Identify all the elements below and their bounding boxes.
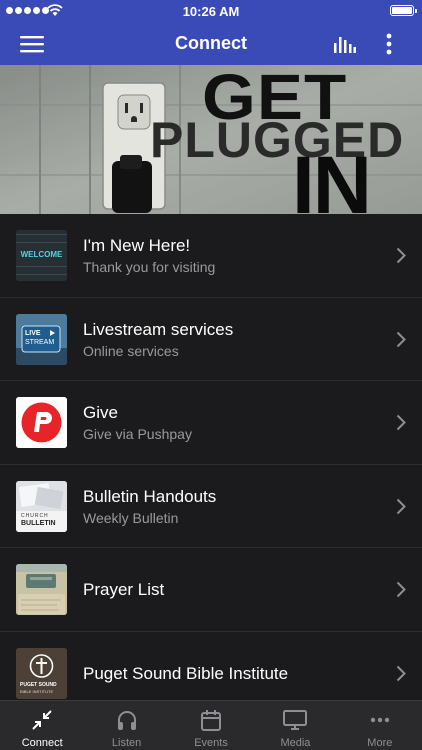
tab-more[interactable]: More bbox=[338, 701, 422, 750]
status-bar: 10:26 AM bbox=[0, 0, 422, 22]
navigation-bar: Connect bbox=[0, 22, 422, 65]
chevron-right-icon bbox=[396, 331, 406, 347]
list-item-bible-institute[interactable]: PUGET SOUND BIBLE INSTITUTE Puget Sound … bbox=[0, 632, 422, 701]
livestream-thumb-text-1: LIVE bbox=[25, 329, 41, 337]
calendar-icon bbox=[201, 710, 222, 731]
list-item-title: Bulletin Handouts bbox=[83, 486, 217, 506]
list-item-livestream[interactable]: LIVE STREAM Livestream services Online s… bbox=[0, 298, 422, 381]
bulletin-thumbnail: CHURCH BULLETIN bbox=[16, 480, 67, 532]
tab-connect[interactable]: Connect bbox=[0, 701, 84, 750]
prayer-list-thumbnail bbox=[16, 564, 67, 615]
list-item-title: Livestream services bbox=[83, 319, 234, 339]
audio-player-button[interactable] bbox=[330, 22, 360, 65]
equalizer-icon bbox=[334, 36, 356, 53]
chevron-right-icon bbox=[396, 498, 406, 514]
tab-media[interactable]: Media bbox=[253, 701, 337, 750]
chevron-right-icon bbox=[396, 665, 406, 681]
list-item-title: Give bbox=[83, 403, 118, 422]
pushpay-logo-icon bbox=[16, 397, 67, 448]
chevron-right-icon bbox=[396, 581, 406, 598]
tab-bar: Connect Listen Events Media More bbox=[0, 700, 422, 750]
bible-institute-thumb-text-1: PUGET SOUND bbox=[20, 681, 57, 688]
bible-institute-thumb-text-2: BIBLE INSTITUTE bbox=[20, 688, 54, 694]
status-time: 10:26 AM bbox=[182, 4, 240, 19]
tab-label: Events bbox=[194, 737, 228, 749]
connect-icon bbox=[32, 710, 52, 730]
vertical-dots-icon bbox=[386, 33, 392, 54]
tab-listen[interactable]: Listen bbox=[84, 701, 168, 750]
tab-label: More bbox=[367, 737, 393, 749]
list-item-subtitle: Give via Pushpay bbox=[83, 426, 192, 442]
list-item-prayer[interactable]: Prayer List bbox=[0, 548, 422, 632]
tab-events[interactable]: Events bbox=[169, 701, 253, 750]
chevron-right-icon bbox=[396, 247, 406, 264]
banner-text-in: IN bbox=[292, 140, 372, 215]
battery-icon bbox=[390, 5, 417, 16]
list-item-title: I'm New Here! bbox=[83, 236, 191, 255]
headphones-icon bbox=[117, 711, 136, 730]
monitor-icon bbox=[283, 710, 308, 730]
welcome-thumb-text: WELCOME bbox=[20, 250, 63, 259]
chevron-right-icon bbox=[396, 414, 406, 431]
get-plugged-in-banner[interactable]: GET PLUGGED IN bbox=[0, 65, 422, 214]
tab-label: Connect bbox=[21, 737, 63, 749]
list-item-bulletin[interactable]: CHURCH BULLETIN Bulletin Handouts Weekly… bbox=[0, 465, 422, 548]
list-item-subtitle: Online services bbox=[83, 342, 179, 359]
bible-institute-thumbnail: PUGET SOUND BIBLE INSTITUTE bbox=[16, 647, 67, 699]
list-item-title: Prayer List bbox=[83, 580, 165, 599]
connect-list: WELCOME I'm New Here! Thank you for visi… bbox=[0, 214, 422, 700]
welcome-thumbnail: WELCOME bbox=[16, 230, 67, 281]
overflow-menu-button[interactable] bbox=[376, 22, 402, 65]
tab-label: Listen bbox=[111, 737, 142, 749]
bulletin-thumb-text-2: BULLETIN bbox=[21, 519, 56, 527]
livestream-thumbnail: LIVE STREAM bbox=[16, 313, 67, 365]
list-item-title: Puget Sound Bible Institute bbox=[83, 663, 289, 683]
list-item-subtitle: Weekly Bulletin bbox=[83, 509, 179, 526]
livestream-thumb-text-2: STREAM bbox=[25, 338, 55, 346]
list-item-subtitle: Thank you for visiting bbox=[83, 259, 216, 275]
list-item-new-here[interactable]: WELCOME I'm New Here! Thank you for visi… bbox=[0, 214, 422, 298]
bulletin-thumb-text-1: CHURCH bbox=[21, 512, 49, 519]
tab-label: Media bbox=[280, 737, 311, 749]
list-item-give[interactable]: Give Give via Pushpay bbox=[0, 381, 422, 465]
more-dots-icon bbox=[370, 717, 390, 723]
